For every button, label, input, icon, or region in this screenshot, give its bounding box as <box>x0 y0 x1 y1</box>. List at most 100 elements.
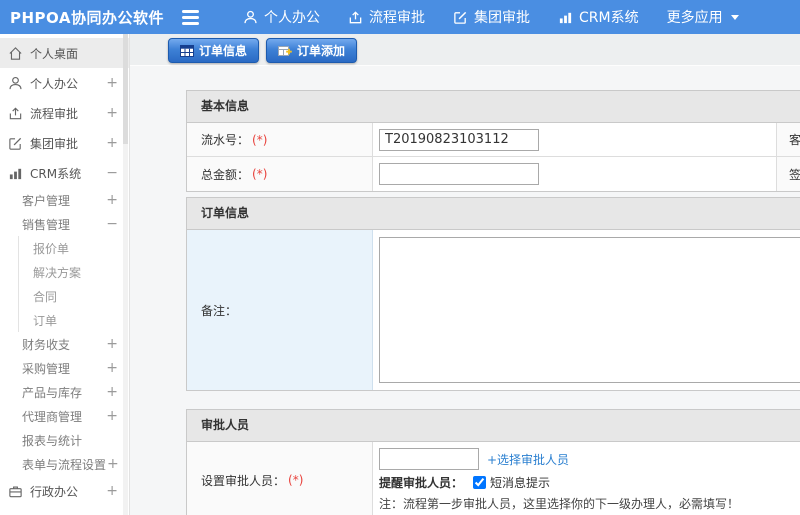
section-basic-info: 基本信息 流水号： (*) 客 总金额： (*) <box>186 90 800 192</box>
sidebar-item-crm-system[interactable]: CRM系统 − <box>0 158 129 188</box>
sidebar-item-label: 客户管理 <box>22 193 71 208</box>
nav-label: 流程审批 <box>369 10 425 26</box>
expand-icon[interactable]: + <box>106 484 118 498</box>
tab-order-info[interactable]: 订单信息 <box>168 38 260 63</box>
sidebar-item-label: 个人桌面 <box>30 46 79 61</box>
sidebar-item-label: 集团审批 <box>30 136 79 151</box>
tab-order-add[interactable]: 订单添加 <box>266 38 358 63</box>
collapse-icon[interactable]: − <box>106 217 118 231</box>
sidebar-item-solution[interactable]: 解决方案 <box>0 260 129 284</box>
expand-icon[interactable]: + <box>106 106 118 120</box>
sidebar-item-flow-approval[interactable]: 流程审批 + <box>0 98 129 128</box>
remind-label: 提醒审批人员： <box>379 476 464 490</box>
sidebar: 个人桌面 个人办公 + 流程审批 + 集团审批 + CRM系统 − 客户管理 +… <box>0 34 130 515</box>
sidebar-item-label: 报表与统计 <box>22 433 83 448</box>
expand-icon[interactable]: + <box>106 361 118 375</box>
sidebar-item-product-inventory[interactable]: 产品与库存 + <box>0 380 129 404</box>
form-row-approvers: 设置审批人员： (*) +选择审批人员 提醒审批人员： 短消息提示 注：流程第一… <box>187 442 800 515</box>
sidebar-item-reports-statistics[interactable]: 报表与统计 <box>0 428 129 452</box>
field-label-total-amount: 总金额： (*) <box>187 157 373 191</box>
edit-icon <box>453 10 468 25</box>
tab-label: 订单添加 <box>297 44 346 58</box>
briefcase-icon <box>7 483 23 499</box>
expand-icon[interactable]: + <box>106 76 118 90</box>
sidebar-item-label: 产品与库存 <box>22 385 83 400</box>
field-label-serial: 流水号： (*) <box>187 123 373 156</box>
required-mark: (*) <box>252 167 268 181</box>
section-title: 订单信息 <box>187 198 800 230</box>
hamburger-menu-icon[interactable] <box>182 9 199 25</box>
approver-input[interactable] <box>379 448 479 470</box>
sidebar-item-label: 流程审批 <box>30 106 79 121</box>
sidebar-item-label: 采购管理 <box>22 361 71 376</box>
chart-icon <box>558 10 573 25</box>
expand-icon[interactable]: + <box>106 385 118 399</box>
table-icon <box>180 44 194 57</box>
sidebar-item-group-approval[interactable]: 集团审批 + <box>0 128 129 158</box>
sidebar-item-quotation[interactable]: 报价单 <box>0 236 129 260</box>
collapse-icon[interactable]: − <box>106 166 118 180</box>
section-title: 审批人员 <box>187 410 800 442</box>
sidebar-item-agent-management[interactable]: 代理商管理 + <box>0 404 129 428</box>
tab-label: 订单信息 <box>199 44 248 58</box>
required-mark: (*) <box>288 473 304 487</box>
sidebar-item-finance[interactable]: 财务收支 + <box>0 332 129 356</box>
sidebar-item-contract[interactable]: 合同 <box>0 284 129 308</box>
sidebar-item-label: 个人办公 <box>30 76 79 91</box>
sidebar-item-personal-desktop[interactable]: 个人桌面 <box>0 38 129 68</box>
form-row-serial: 流水号： (*) 客 <box>187 123 800 157</box>
sidebar-item-sales-management[interactable]: 销售管理 − <box>0 212 129 236</box>
field-label-remark: 备注： <box>187 230 373 390</box>
sidebar-item-purchase-management[interactable]: 采购管理 + <box>0 356 129 380</box>
nav-group-approval[interactable]: 集团审批 <box>439 0 544 34</box>
required-mark: (*) <box>252 132 268 147</box>
form-content: 基本信息 流水号： (*) 客 总金额： (*) <box>130 66 800 515</box>
expand-icon[interactable]: + <box>107 457 119 471</box>
approver-note: 注：流程第一步审批人员，这里选择你的下一级办理人，必需填写！ <box>379 497 740 511</box>
expand-icon[interactable]: + <box>106 136 118 150</box>
sidebar-item-customer-management[interactable]: 客户管理 + <box>0 188 129 212</box>
nav-more-apps[interactable]: 更多应用 <box>653 0 753 34</box>
nav-label: 更多应用 <box>666 10 723 26</box>
nav-crm-system[interactable]: CRM系统 <box>544 0 653 34</box>
remark-textarea[interactable] <box>379 237 800 383</box>
sidebar-item-label: 订单 <box>33 313 58 328</box>
field-label-right-cut: 签 <box>777 157 800 191</box>
sidebar-item-label: 行政办公 <box>30 484 79 499</box>
section-order-info: 订单信息 备注： <box>186 197 800 391</box>
sidebar-item-label: 合同 <box>33 289 58 304</box>
sidebar-item-label: 表单与流程设置 <box>22 457 107 472</box>
expand-icon[interactable]: + <box>106 409 118 423</box>
expand-icon[interactable]: + <box>106 193 118 207</box>
sidebar-item-label: 报价单 <box>33 241 70 256</box>
sidebar-item-order[interactable]: 订单 <box>0 308 129 332</box>
expand-icon[interactable]: + <box>106 337 118 351</box>
form-row-remark: 备注： <box>187 230 800 390</box>
form-row-total-amount: 总金额： (*) 签 <box>187 157 800 191</box>
top-header: PHPOA协同办公软件 个人办公 流程审批 集团审批 CRM系统 更多应用 <box>0 0 800 34</box>
sidebar-item-form-flow-settings[interactable]: 表单与流程设置 + <box>0 452 129 476</box>
sidebar-item-administrative-office[interactable]: 行政办公 + <box>0 476 129 506</box>
flow-icon <box>7 105 23 121</box>
sidebar-item-label: 财务收支 <box>22 337 71 352</box>
tab-bar: 订单信息 订单添加 <box>130 34 800 66</box>
select-approver-link[interactable]: +选择审批人员 <box>487 451 569 468</box>
top-nav: 个人办公 流程审批 集团审批 CRM系统 更多应用 <box>229 0 753 34</box>
sms-notify-checkbox[interactable] <box>473 476 487 489</box>
sidebar-item-label: 销售管理 <box>22 217 71 232</box>
total-amount-input[interactable] <box>379 163 539 185</box>
nav-flow-approval[interactable]: 流程审批 <box>334 0 439 34</box>
section-approvers: 审批人员 设置审批人员： (*) +选择审批人员 提醒审批人员： 短消息提示 注… <box>186 409 800 515</box>
sidebar-item-label: 解决方案 <box>33 265 82 280</box>
nav-personal-office[interactable]: 个人办公 <box>229 0 334 34</box>
app-logo: PHPOA协同办公软件 <box>10 8 164 27</box>
sidebar-scrollbar[interactable] <box>123 34 128 515</box>
flow-icon <box>348 10 363 25</box>
sidebar-item-label: CRM系统 <box>30 166 82 181</box>
serial-number-input[interactable] <box>379 128 539 151</box>
sidebar-item-label: 代理商管理 <box>22 409 83 424</box>
sidebar-item-personal-office[interactable]: 个人办公 + <box>0 68 129 98</box>
person-icon <box>243 10 258 25</box>
chart-icon <box>7 165 23 181</box>
field-label-right-cut: 客 <box>777 123 800 156</box>
